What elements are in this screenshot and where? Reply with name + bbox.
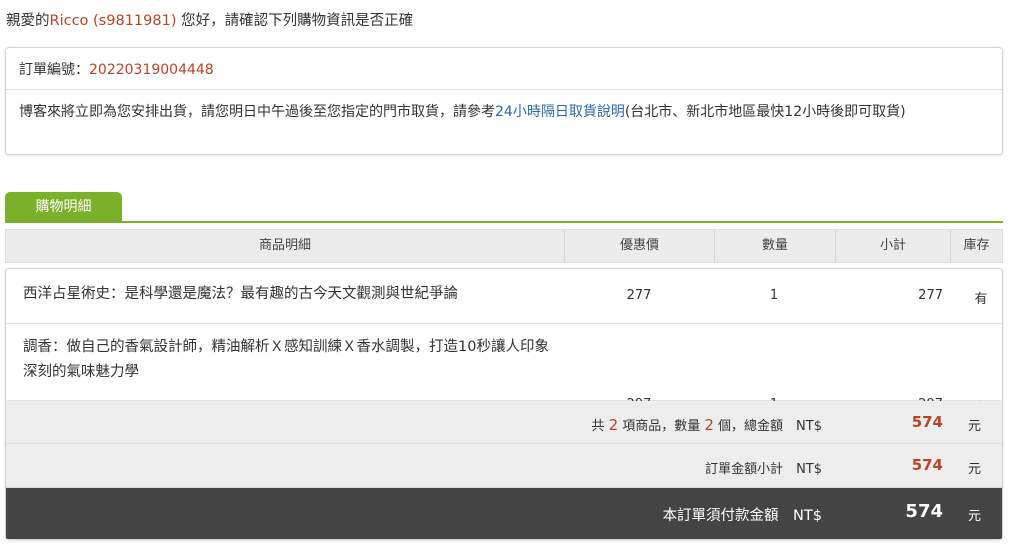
header-price: 優惠價 [565, 230, 715, 262]
product-name: 西洋占星術史：是科學還是魔法？最有趣的古今天文觀測與世紀爭論 [23, 286, 458, 302]
summary-total-label: 共 2 項商品，數量 2 個，總金額 NT$ [591, 415, 822, 434]
table-header: 商品明細 優惠價 數量 小計 庫存 [5, 229, 1003, 263]
notice-text-before: 博客來將立即為您安排出貨，請您明日中午過後至您指定的門市取貨，請參考 [19, 104, 495, 120]
table-row: 調香：做自己的香氣設計師，精油解析Ｘ感知訓練Ｘ香水調製，打造10秒讓人印象深刻的… [6, 324, 1002, 416]
product-quantity: 1 [769, 288, 779, 303]
order-subtotal-label: 訂單金額小計 NT$ [705, 462, 822, 477]
order-info-box: 訂單編號：20220319004448 博客來將立即為您安排出貨，請您明日中午過… [5, 47, 1003, 155]
shipping-notice: 博客來將立即為您安排出貨，請您明日中午過後至您指定的門市取貨，請參考24小時隔日… [19, 101, 989, 123]
summary-text-2: 項商品，數量 [618, 419, 705, 434]
payment-total-label: 本訂單須付款金額 NT$ [662, 508, 822, 524]
item-count: 2 [608, 416, 619, 434]
order-subtotal-amount: 574 [911, 456, 943, 474]
tab-underline [5, 221, 1003, 223]
header-stock: 庫存 [963, 238, 990, 253]
quantity-count: 2 [704, 416, 714, 434]
greeting-text: 親愛的Ricco (s9811981) 您好，請確認下列購物資訊是否正確 [6, 9, 413, 30]
pickup-info-link[interactable]: 24小時隔日取貨說明 [495, 104, 625, 120]
product-price: 277 [626, 288, 652, 303]
header-subtotal: 小計 [836, 230, 951, 262]
order-number-row: 訂單編號：20220319004448 [6, 48, 1002, 90]
tab-shopping-details[interactable]: 購物明細 [5, 192, 122, 222]
header-quantity: 數量 [715, 230, 836, 262]
summary-text-1: 共 [591, 419, 609, 434]
product-subtotal: 277 [918, 288, 943, 303]
currency-unit: 元 [968, 509, 982, 524]
summary-total-row: 共 2 項商品，數量 2 個，總金額 NT$ 574 元 [6, 401, 1002, 444]
currency-unit: 元 [968, 419, 982, 434]
payment-total-amount: 574 [905, 501, 943, 522]
product-stock: 有 [974, 292, 988, 307]
currency-unit: 元 [968, 462, 982, 477]
table-row: 西洋占星術史：是科學還是魔法？最有趣的古今天文觀測與世紀爭論 277 1 277… [6, 269, 1002, 324]
notice-text-after: (台北市、新北市地區最快12小時後即可取貨) [624, 104, 906, 120]
header-product: 商品明細 [6, 230, 565, 262]
payment-total-bar: 本訂單須付款金額 NT$ 574 元 [6, 488, 1002, 539]
order-subtotal-row: 訂單金額小計 NT$ 574 元 [6, 444, 1002, 488]
greeting-prefix: 親愛的 [6, 13, 50, 29]
order-number-label: 訂單編號： [19, 62, 89, 78]
order-number: 20220319004448 [89, 62, 214, 78]
greeting-suffix: 您好，請確認下列購物資訊是否正確 [176, 13, 414, 29]
username: Ricco (s9811981) [49, 13, 177, 29]
summary-total-amount: 574 [911, 413, 943, 431]
order-table-body: 西洋占星術史：是科學還是魔法？最有趣的古今天文觀測與世紀爭論 277 1 277… [5, 268, 1003, 540]
product-name: 調香：做自己的香氣設計師，精油解析Ｘ感知訓練Ｘ香水調製，打造10秒讓人印象深刻的… [23, 339, 549, 380]
summary-text-3: 個，總金額 NT$ [713, 419, 822, 434]
